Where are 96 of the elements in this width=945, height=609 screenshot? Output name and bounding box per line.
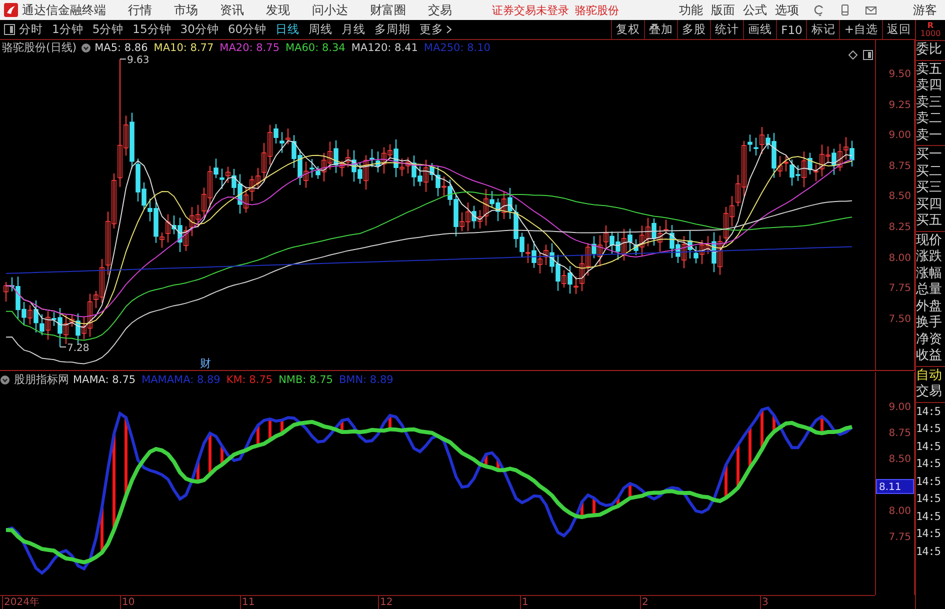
menu-item[interactable]: 资讯 bbox=[220, 2, 244, 18]
cursor-value-label: 8.11 bbox=[876, 478, 914, 494]
quote-field-label: 交易 bbox=[916, 384, 943, 400]
menu-item[interactable]: 选项 bbox=[775, 2, 799, 18]
axis-tick-label: 7.75 bbox=[888, 531, 912, 545]
high-price-label: 9.63 bbox=[127, 55, 150, 66]
menu-item[interactable]: 公式 bbox=[743, 2, 767, 18]
trade-time: 14:5 bbox=[916, 456, 942, 472]
legend-label: MAMAMA: 8.89 bbox=[142, 374, 220, 386]
app-title: 通达信金融终端 bbox=[22, 2, 106, 18]
period-tab[interactable]: 5分钟 bbox=[92, 22, 124, 37]
quote-field-label: 委比 bbox=[916, 42, 943, 58]
axis-tick-label: 9.00 bbox=[888, 401, 912, 415]
axis-tick-label: 9.25 bbox=[888, 98, 912, 113]
menu-item[interactable]: 发现 bbox=[266, 2, 290, 18]
quote-field-label: 自动 bbox=[916, 368, 943, 384]
quote-field-label: 涨跌 bbox=[916, 249, 943, 266]
legend-label: MA250: 8.10 bbox=[424, 42, 490, 54]
date-axis-label: 11 bbox=[240, 596, 255, 609]
date-axis-label: 2 bbox=[640, 596, 648, 609]
trade-time: 14:5 bbox=[916, 474, 942, 490]
legend-label: KM: 8.75 bbox=[226, 374, 273, 386]
axis-tick-label: 9.50 bbox=[888, 68, 912, 82]
legend-label: MA120: 8.41 bbox=[351, 42, 418, 54]
quote-field-label: 买五 bbox=[916, 213, 943, 230]
period-tab[interactable]: 分时 bbox=[19, 22, 43, 37]
trade-time: 14:5 bbox=[916, 544, 942, 560]
quote-field-label: 卖二 bbox=[916, 111, 943, 128]
quote-field-label: 卖五 bbox=[916, 62, 943, 78]
menu-item[interactable]: 市场 bbox=[174, 2, 198, 18]
event-marker[interactable]: 财 bbox=[200, 357, 211, 370]
axis-tick-label: 9.00 bbox=[888, 129, 912, 144]
period-tab[interactable]: 60分钟 bbox=[228, 22, 267, 37]
legend-label: MAMA: 8.75 bbox=[73, 374, 136, 386]
quote-field-label: 卖四 bbox=[916, 78, 943, 94]
date-axis-label: 1 bbox=[520, 596, 528, 609]
date-axis-label: 12 bbox=[378, 596, 393, 609]
trade-time: 14:5 bbox=[916, 491, 942, 507]
quote-field-label: 卖三 bbox=[916, 94, 943, 111]
axis-tick-label: 7.50 bbox=[888, 312, 912, 327]
date-axis-label: 2024年 bbox=[2, 596, 40, 609]
trade-time: 14:5 bbox=[916, 404, 942, 420]
badge-letter: R bbox=[927, 22, 934, 30]
menu-item[interactable]: 问小达 bbox=[312, 2, 348, 18]
axis-tick-label: 8.75 bbox=[888, 427, 912, 441]
axis-tick-label: 8.75 bbox=[888, 160, 912, 174]
period-tab[interactable]: 周线 bbox=[308, 22, 333, 37]
quote-field-label: 买一 bbox=[916, 147, 943, 164]
menu-item[interactable]: 财富圈 bbox=[370, 2, 406, 18]
menu-item[interactable]: 交易 bbox=[428, 2, 452, 18]
quote-field-label: 总量 bbox=[916, 282, 943, 298]
stock-name: 骆驼股份 bbox=[575, 2, 619, 18]
trade-time: 14:5 bbox=[916, 421, 942, 437]
period-tab[interactable]: 日线 bbox=[276, 22, 300, 37]
date-axis-label: 10 bbox=[120, 596, 135, 609]
more-tab[interactable]: 更多 bbox=[420, 22, 452, 37]
axis-tick-label: 7.75 bbox=[888, 282, 912, 296]
legend-label: NMB: 8.75 bbox=[278, 374, 333, 386]
quote-field-label: 涨幅 bbox=[916, 266, 943, 282]
axis-tick-label: 8.50 bbox=[888, 190, 912, 204]
quote-field-label: 卖一 bbox=[916, 128, 943, 144]
low-price-label: 7.28 bbox=[67, 342, 90, 354]
quote-field-label: 净资 bbox=[916, 332, 943, 348]
period-tab[interactable]: 多周期 bbox=[374, 22, 411, 37]
badge-value: 1000 bbox=[920, 30, 941, 38]
quote-field-label: 外盘 bbox=[916, 298, 943, 315]
trade-time: 14:5 bbox=[916, 508, 942, 524]
menu-item[interactable]: 行情 bbox=[128, 2, 152, 18]
login-status[interactable]: 证券交易未登录 bbox=[492, 2, 569, 18]
axis-tick-label: 8.50 bbox=[888, 453, 912, 467]
user-name[interactable]: 游客 bbox=[913, 2, 937, 18]
legend-label: MA10: 8.77 bbox=[154, 42, 214, 54]
legend-label: BMN: 8.89 bbox=[338, 374, 394, 386]
menu-item[interactable]: 功能 bbox=[679, 2, 703, 18]
trade-time: 14:5 bbox=[916, 526, 942, 542]
axis-tick-label: 8.00 bbox=[888, 252, 912, 266]
period-tab[interactable]: 30分钟 bbox=[180, 22, 219, 37]
period-tab[interactable]: 15分钟 bbox=[132, 22, 172, 37]
trade-time: 14:5 bbox=[916, 438, 942, 454]
indicator-title: 股朋指标网 bbox=[14, 372, 69, 387]
chart-title: 骆驼股份(日线) bbox=[2, 40, 77, 55]
quote-field-label: 买三 bbox=[916, 180, 943, 196]
quote-field-label: 买二 bbox=[916, 164, 943, 180]
legend-label: MA5: 8.86 bbox=[94, 42, 148, 54]
axis-tick-label: 8.00 bbox=[888, 505, 912, 519]
quote-field-label: 收益 bbox=[916, 348, 943, 364]
period-tab[interactable]: 月线 bbox=[342, 22, 366, 37]
legend-label: MA60: 8.34 bbox=[286, 42, 346, 54]
menu-item[interactable]: 版面 bbox=[711, 2, 735, 18]
legend-label: MA20: 8.75 bbox=[220, 42, 280, 54]
quote-field-label: 现价 bbox=[916, 232, 943, 249]
axis-tick-label: 8.25 bbox=[888, 220, 912, 235]
date-axis-label: 3 bbox=[760, 596, 768, 609]
quote-field-label: 换手 bbox=[916, 315, 943, 332]
period-tab[interactable]: 1分钟 bbox=[52, 22, 84, 37]
quote-field-label: 买四 bbox=[916, 196, 943, 213]
